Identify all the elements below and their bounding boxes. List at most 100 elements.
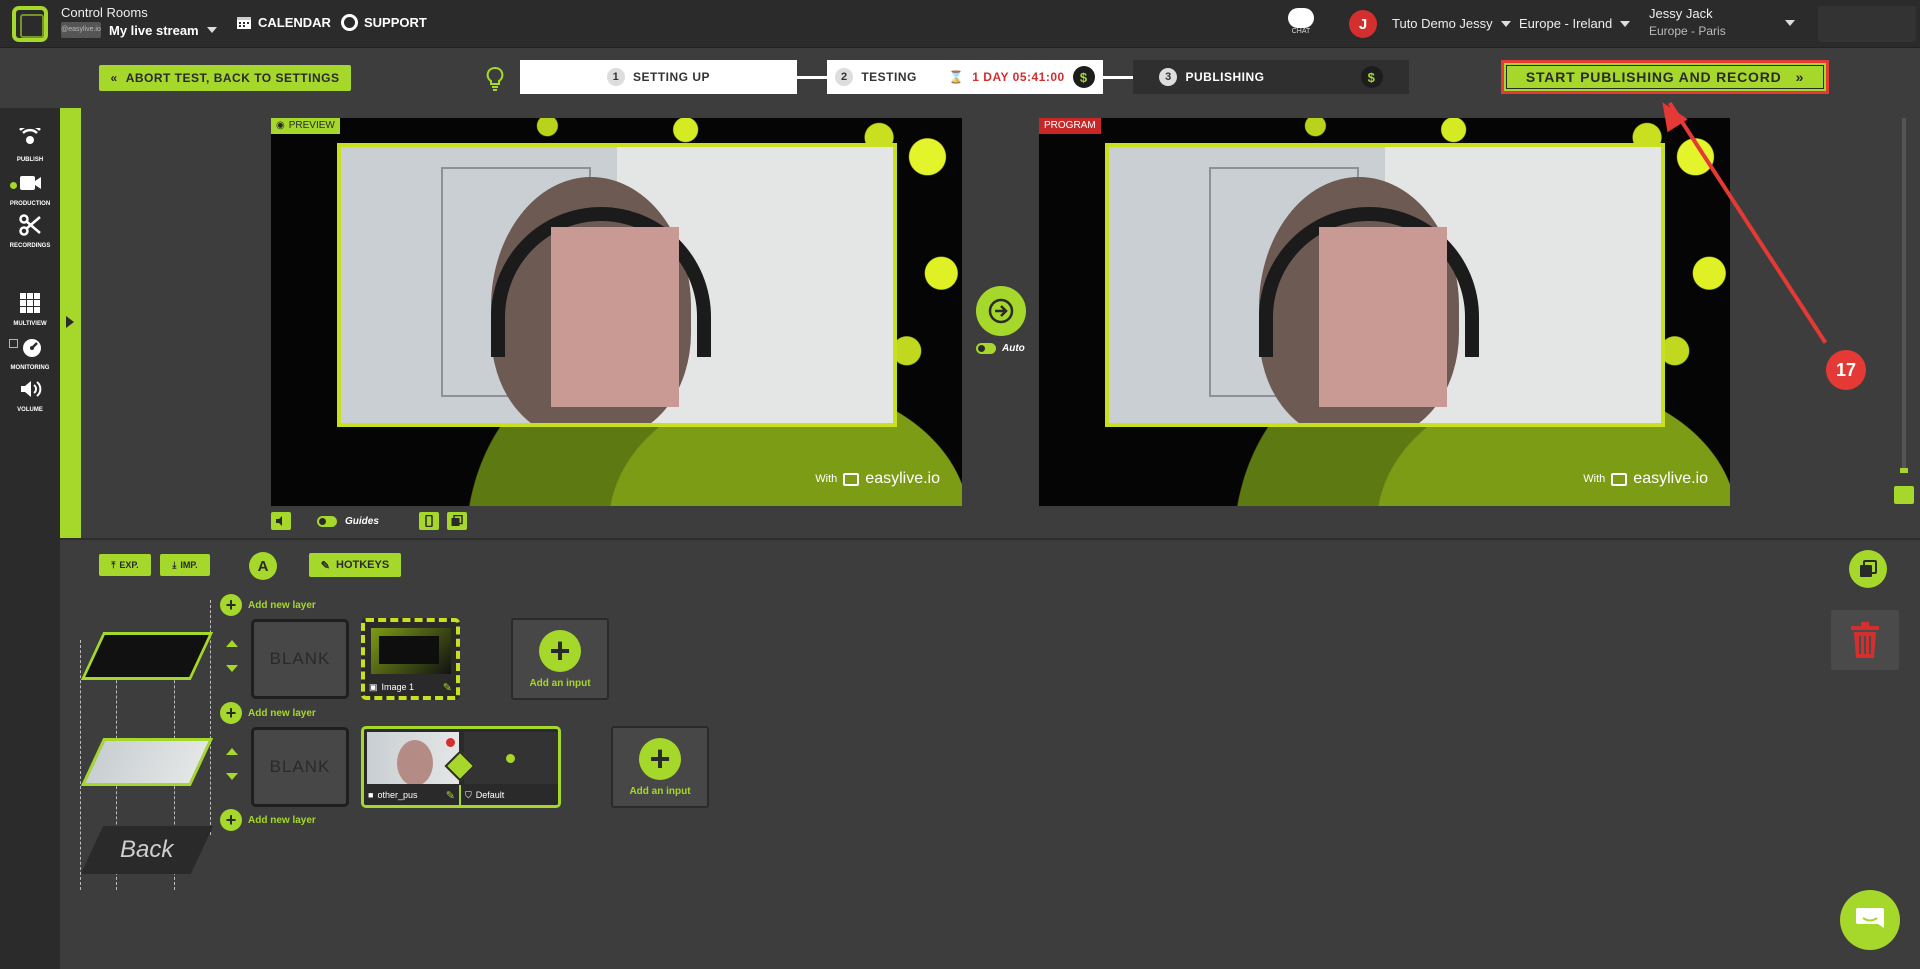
add-layer-button[interactable]: + Add new layer [220, 594, 316, 616]
camera-input-name: other_pus [377, 790, 418, 800]
step-testing[interactable]: 2 TESTING ⌛ 1 DAY 05:41:00 $ [827, 60, 1103, 94]
auto-switch[interactable] [976, 343, 996, 354]
a-mode-button[interactable]: A [249, 552, 277, 580]
step-label: SETTING UP [632, 70, 710, 84]
layer-reorder-controls[interactable] [226, 640, 238, 672]
start-publishing-button[interactable]: START PUBLISHING AND RECORD » [1501, 60, 1829, 94]
sidebar-label: MONITORING [10, 365, 50, 371]
pencil-icon[interactable]: ✎ [446, 789, 455, 802]
video-camera-icon: ■ [368, 790, 374, 800]
program-volume-slider[interactable] [1902, 118, 1906, 468]
arrow-up-icon[interactable] [226, 640, 238, 647]
pencil-icon[interactable]: ✎ [443, 681, 452, 694]
duplicate-view-button[interactable] [446, 512, 467, 530]
sidebar-item-production[interactable]: PRODUCTION [0, 172, 60, 207]
step-number: 3 [1159, 68, 1178, 86]
support-link[interactable]: SUPPORT [341, 14, 427, 31]
layer-reorder-controls[interactable] [226, 748, 238, 780]
copy-icon [451, 515, 463, 526]
stream-name: My live stream [109, 22, 199, 38]
chevron-down-icon [1620, 20, 1631, 27]
camera-feed [337, 143, 897, 427]
phone-icon [425, 515, 433, 527]
preview-monitor[interactable]: With easylive.io ◉ PREVIEW [271, 118, 962, 506]
hotkeys-label: HOTKEYS [336, 559, 390, 571]
shield-icon: ⛉ [465, 789, 472, 800]
double-chevron-right-icon: » [1795, 69, 1805, 85]
help-chat-button[interactable] [1840, 890, 1900, 950]
user-timezone: Europe - Paris [1649, 24, 1726, 38]
blurred-face [1319, 227, 1447, 407]
sidebar-item-recordings[interactable]: RECORDINGS [0, 214, 60, 249]
chevron-right-icon[interactable] [66, 316, 74, 328]
abort-test-button[interactable]: « ABORT TEST, BACK TO SETTINGS [99, 65, 351, 91]
arrow-down-icon[interactable] [226, 665, 238, 672]
avatar[interactable]: J [1349, 10, 1377, 38]
scissors-icon [19, 214, 41, 236]
program-audio-button[interactable] [1894, 486, 1914, 504]
grid-icon [20, 293, 40, 313]
add-input-button[interactable]: + Add an input [611, 726, 709, 808]
export-button[interactable]: ⤒ EXP. [99, 554, 151, 576]
speaker-icon [21, 381, 42, 397]
sidebar-item-volume[interactable]: VOLUME [0, 378, 60, 413]
upload-icon: ⤒ [111, 559, 116, 570]
import-button[interactable]: ⤓ IMP. [160, 554, 210, 576]
volume-handle[interactable] [1900, 468, 1908, 473]
chat-icon [1288, 8, 1314, 28]
lightbulb-icon[interactable] [485, 66, 505, 92]
layer-thumbnail-overlay[interactable] [80, 632, 214, 680]
dollar-icon: $ [1072, 66, 1095, 88]
stream-selector[interactable]: @easylive.io My live stream [61, 22, 217, 38]
image-input-card[interactable]: ▣ Image 1 ✎ [361, 618, 460, 700]
copy-scene-button[interactable] [1849, 550, 1887, 588]
chat-button[interactable]: CHAT [1286, 8, 1316, 35]
annotation-step-badge: 17 [1826, 350, 1866, 390]
user-chevron-down-icon[interactable] [1785, 20, 1795, 26]
speaker-icon [276, 516, 282, 526]
mobile-view-button[interactable] [418, 512, 439, 530]
left-sidebar: PUBLISH PRODUCTION RECORDINGS MULTIVIEW … [0, 108, 60, 969]
eye-icon: ◉ [276, 120, 285, 131]
add-input-button[interactable]: + Add an input [511, 618, 609, 700]
sidebar-item-publish[interactable]: PUBLISH [0, 124, 60, 163]
auto-toggle[interactable]: Auto [976, 343, 1025, 354]
step-publishing[interactable]: 3 PUBLISHING $ [1133, 60, 1409, 94]
section-title: Control Rooms [61, 5, 148, 20]
user-menu[interactable]: Jessy Jack Europe - Paris [1649, 6, 1726, 38]
arrow-right-icon [988, 298, 1014, 324]
back-layer-thumbnail[interactable]: Back [80, 826, 214, 874]
guides-label: Guides [345, 515, 379, 527]
add-layer-label: Add new layer [248, 599, 316, 611]
sidebar-item-monitoring[interactable]: MONITORING [0, 336, 60, 371]
take-button[interactable] [976, 286, 1026, 336]
plus-icon: + [220, 594, 242, 616]
guides-switch[interactable] [317, 515, 337, 527]
arrow-up-icon[interactable] [226, 748, 238, 755]
blank-input[interactable]: BLANK [251, 619, 349, 699]
app-logo-icon[interactable] [12, 6, 48, 42]
arrow-down-icon[interactable] [226, 773, 238, 780]
image-icon: ▣ [369, 681, 378, 692]
camera-input-card[interactable]: ■ other_pus ✎ ⛉ Default [361, 726, 561, 808]
sidebar-item-multiview[interactable]: MULTIVIEW [0, 292, 60, 327]
delete-drop-zone[interactable] [1831, 610, 1899, 670]
add-layer-button[interactable]: + Add new layer [220, 702, 316, 724]
camera-preview [367, 732, 459, 784]
add-layer-button[interactable]: + Add new layer [220, 809, 316, 831]
calendar-label: CALENDAR [258, 14, 331, 30]
gauge-icon [23, 339, 41, 357]
step-setting-up[interactable]: 1 SETTING UP [520, 60, 797, 94]
hotkeys-button[interactable]: ✎ HOTKEYS [309, 553, 401, 577]
add-input-label: Add an input [529, 677, 591, 689]
region-selector[interactable]: Europe - Ireland [1519, 16, 1631, 31]
layer-thumbnail-camera[interactable] [80, 738, 214, 786]
preview-audio-button[interactable] [271, 512, 291, 530]
calendar-link[interactable]: CALENDAR [236, 14, 331, 30]
organization-selector[interactable]: Tuto Demo Jessy [1392, 16, 1511, 31]
preview-tools: Guides [271, 512, 467, 530]
plus-icon: + [639, 737, 681, 780]
easylive-logo-icon [843, 472, 860, 486]
sidebar-label: MULTIVIEW [13, 321, 47, 327]
blank-input[interactable]: BLANK [251, 727, 349, 807]
